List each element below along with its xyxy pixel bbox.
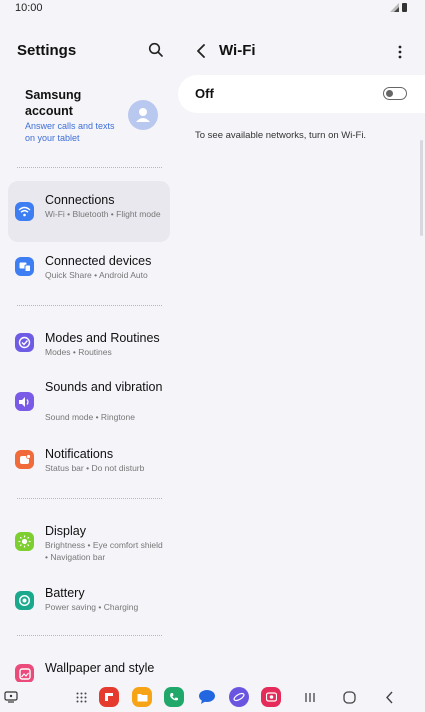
sidebar-item-label: Connected devices: [45, 254, 152, 268]
sidebar-item-wallpaper[interactable]: Wallpaper and style: [8, 654, 170, 682]
scrollbar[interactable]: [420, 140, 423, 236]
sidebar-item-desc: Modes • Routines: [45, 347, 112, 357]
divider: [17, 167, 162, 168]
back-icon[interactable]: [379, 686, 399, 708]
phone-app-icon[interactable]: [163, 686, 185, 708]
wifi-switch-label: Off: [195, 86, 214, 101]
sidebar-item-label: Battery: [45, 586, 85, 600]
sidebar-item-display[interactable]: Display Brightness • Eye comfort shield …: [8, 515, 170, 571]
divider: [17, 635, 162, 636]
sidebar-item-battery[interactable]: Battery Power saving • Charging: [8, 580, 170, 624]
brightness-icon: [15, 532, 34, 551]
sidebar-item-label: Sounds and vibration: [45, 380, 163, 394]
avatar: [128, 100, 158, 130]
status-time: 10:00: [15, 2, 43, 14]
sidebar-item-desc: Power saving • Charging: [45, 602, 139, 612]
sidebar-item-desc: Brightness • Eye comfort shield • Naviga…: [45, 540, 163, 562]
wallpaper-icon: [15, 664, 34, 682]
settings-pane: Settings Samsung account Answer calls an…: [0, 18, 178, 682]
settings-title: Settings: [17, 42, 77, 59]
back-arrow-icon[interactable]: [196, 44, 206, 58]
sidebar-item-connected-devices[interactable]: Connected devices Quick Share • Android …: [8, 246, 170, 290]
files-app-icon[interactable]: [131, 686, 153, 708]
wifi-master-switch[interactable]: Off: [178, 75, 425, 113]
signal-icon: [390, 3, 399, 12]
taskbar-toggle-icon[interactable]: [2, 686, 20, 708]
flipboard-app-icon[interactable]: [98, 686, 120, 708]
sidebar-item-label: Modes and Routines: [45, 331, 160, 345]
samsung-account[interactable]: Samsung account Answer calls and texts o…: [8, 80, 170, 150]
sidebar-item-notifications[interactable]: Notifications Status bar • Do not distur…: [8, 439, 170, 483]
sidebar-item-desc: Quick Share • Android Auto: [45, 270, 148, 280]
screen-recorder-app-icon[interactable]: [260, 686, 282, 708]
sidebar-item-label: Connections: [45, 193, 115, 207]
wifi-pane: Wi-Fi Off To see available networks, tur…: [178, 18, 425, 682]
notification-icon: [15, 450, 34, 469]
sidebar-item-desc: Status bar • Do not disturb: [45, 463, 145, 473]
navigation-bar: [0, 682, 425, 712]
battery-icon: [15, 591, 34, 610]
sidebar-item-sounds[interactable]: Sounds and vibration Sound mode • Ringto…: [8, 375, 170, 431]
more-options-icon[interactable]: [397, 44, 403, 60]
wifi-icon: [15, 202, 34, 221]
divider: [17, 305, 162, 306]
person-icon: [136, 108, 150, 122]
account-name: Samsung account: [25, 88, 82, 118]
divider: [17, 498, 162, 499]
recents-icon[interactable]: [300, 686, 320, 708]
sidebar-item-desc: Sound mode • Ringtone: [45, 412, 135, 422]
wifi-off-hint: To see available networks, turn on Wi-Fi…: [195, 130, 367, 141]
apps-grid-icon[interactable]: [72, 686, 90, 708]
home-icon[interactable]: [339, 686, 359, 708]
internet-app-icon[interactable]: [228, 686, 250, 708]
system-icons: [390, 3, 407, 12]
messages-app-icon[interactable]: [196, 686, 218, 708]
page-title: Wi-Fi: [219, 42, 256, 59]
battery-status-icon: [402, 3, 407, 12]
wifi-toggle[interactable]: [383, 87, 407, 100]
volume-icon: [15, 392, 34, 411]
sidebar-item-desc: Wi-Fi • Bluetooth • Flight mode: [45, 209, 161, 219]
sidebar-item-label: Notifications: [45, 447, 114, 461]
sidebar-item-modes-routines[interactable]: Modes and Routines Modes • Routines: [8, 322, 170, 366]
status-bar: 10:00: [0, 0, 425, 18]
toggle-knob: [385, 89, 393, 97]
search-icon[interactable]: [148, 42, 164, 58]
sidebar-item-connections[interactable]: Connections Wi-Fi • Bluetooth • Flight m…: [8, 181, 170, 242]
sidebar-item-label: Display: [45, 524, 86, 538]
account-subtitle: Answer calls and texts on your tablet: [25, 121, 115, 143]
sidebar-item-label: Wallpaper and style: [45, 661, 155, 675]
devices-icon: [15, 257, 34, 276]
modes-icon: [15, 333, 34, 352]
